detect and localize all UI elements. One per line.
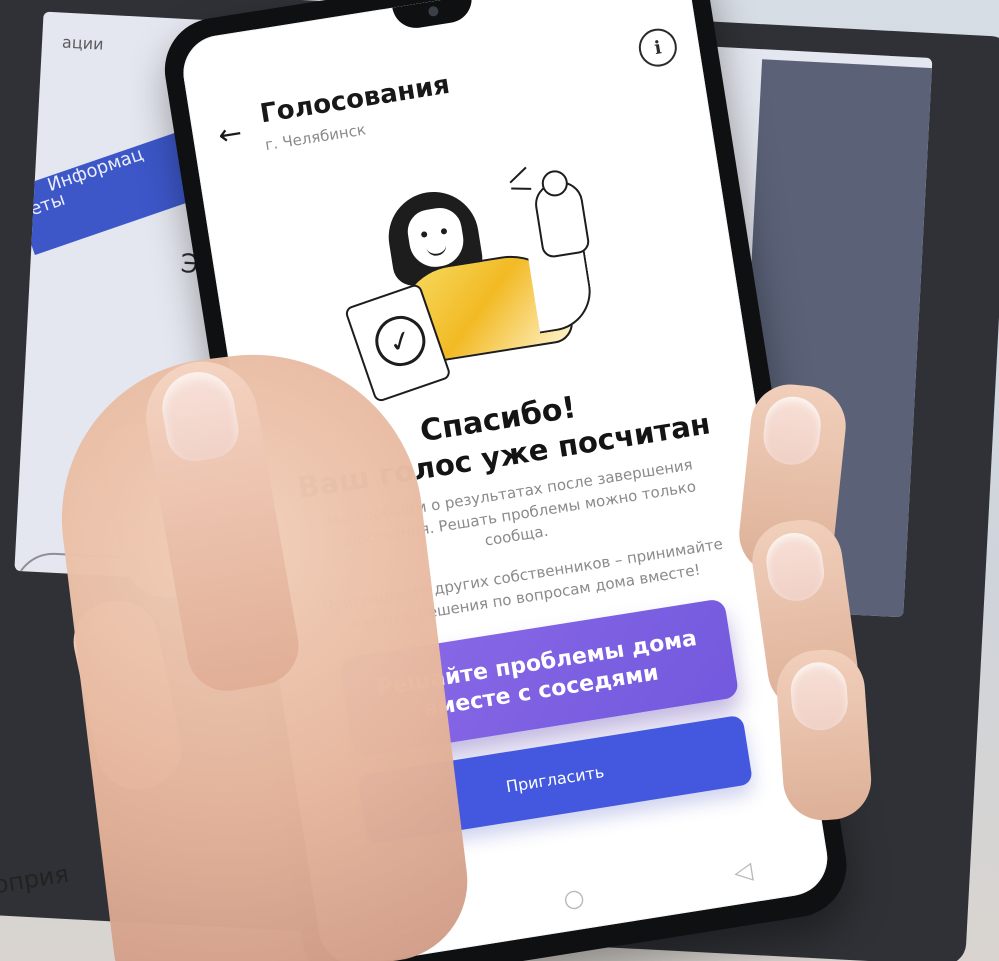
left-thumb-nail [156, 366, 243, 466]
right-finger-bottom-nail [788, 660, 850, 733]
info-icon[interactable]: i [636, 25, 680, 70]
check-icon: ✓ [368, 309, 433, 373]
voter-illustration: ✓ [284, 130, 667, 422]
right-finger-bottom [774, 647, 874, 823]
nav-back-icon[interactable]: ◁ [721, 854, 765, 888]
right-finger-top-nail [760, 393, 824, 468]
spark-line-icon [509, 166, 527, 184]
back-arrow-icon[interactable]: ← [213, 115, 247, 151]
monitor-bottom-text: роприя [0, 859, 71, 902]
nav-home-icon[interactable]: ○ [552, 881, 596, 915]
photo-scene: ации Информац еты Эл роприя ← Голосовани… [0, 0, 999, 961]
monitor-text-top: ации [61, 32, 105, 54]
right-finger-middle-nail [762, 529, 828, 605]
spark-line-icon-2 [511, 187, 532, 190]
